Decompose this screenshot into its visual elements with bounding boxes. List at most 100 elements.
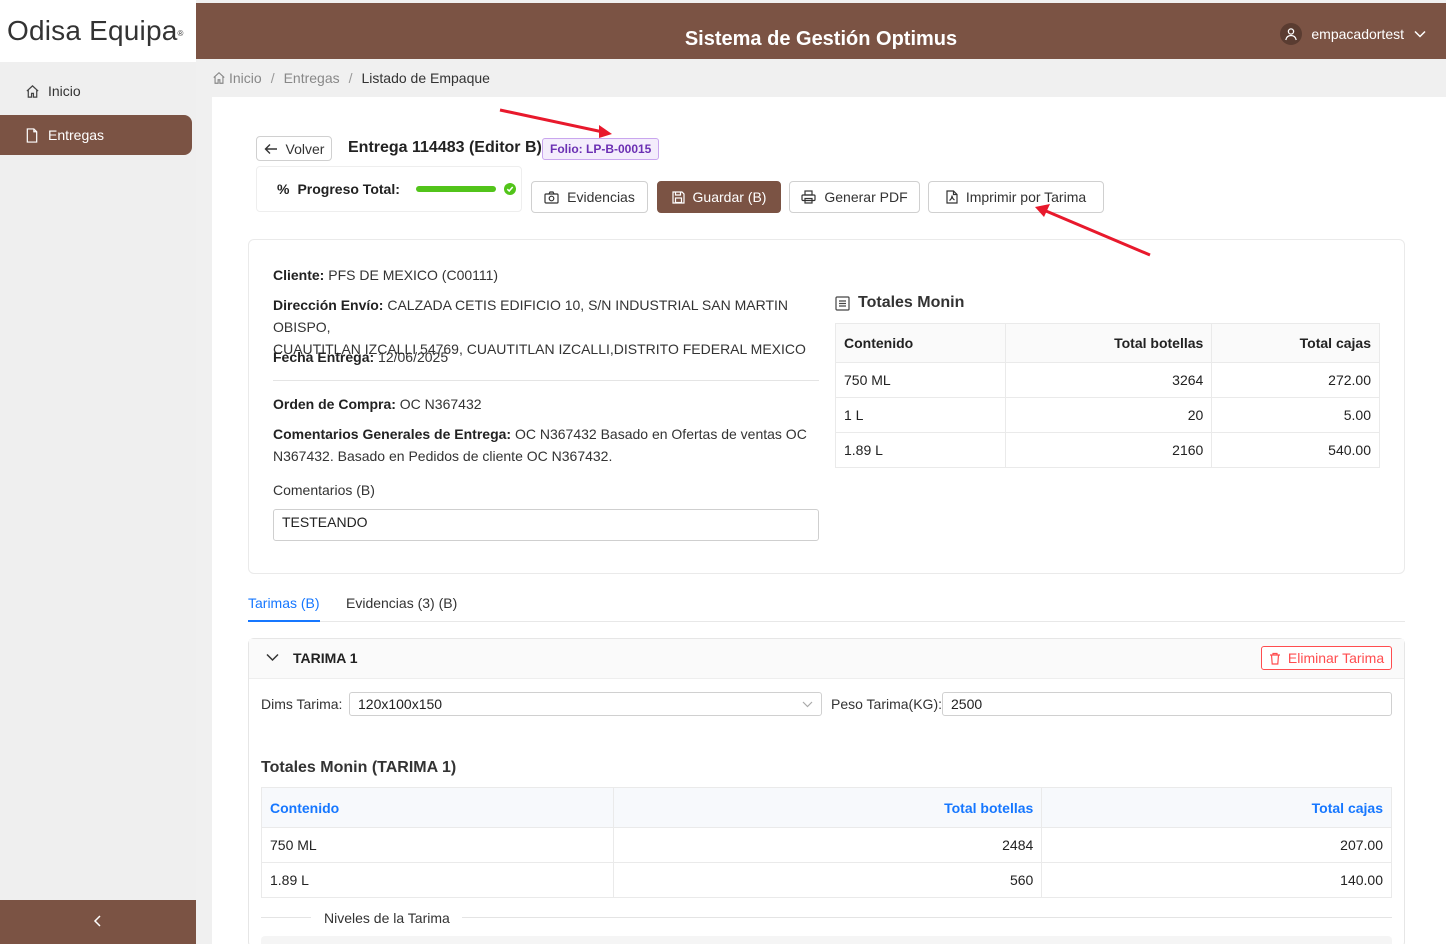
column-header: Total botellas	[1004, 323, 1213, 363]
column-header: Total cajas	[1211, 323, 1380, 363]
breadcrumb-inicio[interactable]: Inicio	[229, 70, 262, 86]
generate-pdf-button-label: Generar PDF	[824, 189, 908, 205]
chevron-down-icon	[802, 701, 813, 708]
table-row: 1.89 L 560 140.00	[261, 862, 1392, 898]
comentarios-label: Comentarios Generales de Entrega:	[273, 426, 512, 442]
list-icon	[835, 295, 850, 311]
direccion-label: Dirección Envío:	[273, 297, 384, 313]
chevron-down-icon[interactable]	[266, 653, 279, 662]
printer-icon	[801, 190, 816, 204]
user-name: empacadortest	[1311, 26, 1404, 42]
dims-label-text: Dims Tarima	[261, 696, 339, 712]
chevron-down-icon	[1414, 30, 1426, 38]
orden-value: OC N367432	[399, 396, 482, 412]
totales-table: Contenido Total botellas Total cajas 750…	[835, 323, 1380, 468]
back-button[interactable]: Volver	[256, 136, 332, 161]
chevron-left-icon	[93, 914, 103, 931]
comentarios-value-2: N367432. Basado en Pedidos de cliente OC…	[273, 448, 613, 464]
delete-pallet-label: Eliminar Tarima	[1287, 650, 1385, 666]
table-cell: 1 L	[835, 397, 1006, 433]
orden-label: Orden de Compra:	[273, 396, 396, 412]
logo-text: Odisa Equipa	[7, 15, 178, 46]
pallet-totals-title: Totales Monin (TARIMA 1)	[261, 759, 457, 776]
orden-field: Orden de Compra: OC N367432	[273, 393, 482, 415]
column-header: Total botellas	[612, 787, 1043, 828]
pallet-name: TARIMA 1	[293, 650, 358, 666]
sidebar-collapse-button[interactable]	[0, 900, 196, 944]
table-cell: 207.00	[1041, 827, 1392, 863]
table-row: 750 ML 3264 272.00	[835, 362, 1380, 398]
trash-icon	[1269, 652, 1281, 665]
totales-title-text: Totales Monin	[858, 294, 965, 311]
peso-label: Peso Tarima(KG):	[831, 696, 942, 712]
cliente-label: Cliente:	[273, 267, 325, 283]
comentarios-b-textarea[interactable]: TESTEANDO	[273, 509, 819, 541]
table-cell: 540.00	[1211, 432, 1380, 468]
peso-input[interactable]: 2500	[942, 692, 1392, 716]
table-row: 750 ML 2484 207.00	[261, 827, 1392, 863]
table-cell: 2160	[1004, 432, 1213, 468]
progress-label: Progreso Total:	[297, 181, 400, 197]
table-row: 1 L 20 5.00	[835, 397, 1380, 433]
pallet-totals-table: Contenido Total botellas Total cajas 750…	[261, 787, 1392, 898]
user-menu[interactable]: empacadortest	[1280, 23, 1426, 45]
save-button[interactable]: Guardar (B)	[657, 181, 781, 213]
page-title: Entrega 114483 (Editor B)	[348, 139, 542, 156]
table-cell: 272.00	[1211, 362, 1380, 398]
table-cell: 3264	[1004, 362, 1213, 398]
generate-pdf-button[interactable]: Generar PDF	[789, 181, 920, 213]
evidencias-button-label: Evidencias	[567, 189, 635, 205]
fecha-value: 12/06/2025	[378, 349, 449, 365]
niveles-panel	[261, 936, 1392, 944]
dims-select[interactable]: 120x100x150	[349, 692, 822, 716]
home-icon	[24, 83, 40, 99]
table-cell: 20	[1004, 397, 1213, 433]
pallet-header[interactable]	[249, 639, 1404, 679]
table-cell: 140.00	[1041, 862, 1392, 898]
save-icon	[671, 190, 685, 204]
totales-title: Totales Monin	[835, 294, 964, 312]
table-cell: 750 ML	[835, 362, 1006, 398]
niveles-divider-left	[261, 917, 311, 918]
app-logo[interactable]: Odisa Equipa ®	[0, 0, 196, 62]
tabs-bar: Tarimas (B) Evidencias (3) (B)	[248, 592, 1405, 622]
cliente-value: PFS DE MEXICO (C00111)	[328, 267, 499, 283]
user-avatar-icon	[1280, 23, 1303, 45]
info-divider	[273, 380, 819, 381]
sidebar-nav: Inicio Entregas	[0, 62, 196, 155]
breadcrumb-separator: /	[270, 70, 275, 86]
fecha-label: Fecha Entrega:	[273, 349, 375, 365]
table-cell: 1.89 L	[835, 432, 1006, 468]
comentarios-b-label: Comentarios (B)	[273, 482, 375, 498]
file-pdf-icon	[946, 190, 958, 204]
table-cell: 2484	[612, 827, 1043, 863]
delete-pallet-button[interactable]: Eliminar Tarima	[1261, 646, 1392, 670]
back-button-label: Volver	[285, 140, 325, 157]
niveles-divider-right	[462, 917, 1392, 918]
peso-label-text: Peso Tarima(KG)	[831, 696, 939, 712]
annotation-arrow-folio	[499, 108, 612, 138]
sidebar-item-inicio[interactable]: Inicio	[0, 71, 192, 111]
dims-label: Dims Tarima:	[261, 696, 343, 712]
sidebar-item-label: Entregas	[48, 127, 105, 143]
app-header: Sistema de Gestión Optimus empacadortest	[196, 3, 1446, 59]
tab-evidencias[interactable]: Evidencias (3) (B)	[346, 592, 457, 622]
breadcrumb-separator: /	[348, 70, 353, 86]
cliente-field: Cliente: PFS DE MEXICO (C00111)	[273, 264, 498, 286]
column-header: Contenido	[261, 787, 614, 828]
comentarios-field: Comentarios Generales de Entrega: OC N36…	[273, 423, 818, 467]
home-icon	[212, 71, 226, 85]
sidebar-item-label: Inicio	[48, 83, 81, 99]
table-header-row: Contenido Total botellas Total cajas	[835, 323, 1380, 363]
table-cell: 5.00	[1211, 397, 1380, 433]
comentarios-value-1: OC N367432 Basado en Ofertas de ventas O…	[514, 426, 807, 442]
annotation-arrow-print	[1035, 204, 1151, 257]
table-cell: 750 ML	[261, 827, 614, 863]
evidencias-button[interactable]: Evidencias	[531, 181, 648, 213]
fecha-field: Fecha Entrega: 12/06/2025	[273, 346, 448, 368]
breadcrumb-entregas[interactable]: Entregas	[284, 70, 340, 86]
table-row: 1.89 L 2160 540.00	[835, 432, 1380, 468]
sidebar-item-entregas[interactable]: Entregas	[0, 115, 192, 155]
tab-tarimas[interactable]: Tarimas (B)	[248, 592, 320, 622]
dims-select-value: 120x100x150	[358, 696, 443, 712]
